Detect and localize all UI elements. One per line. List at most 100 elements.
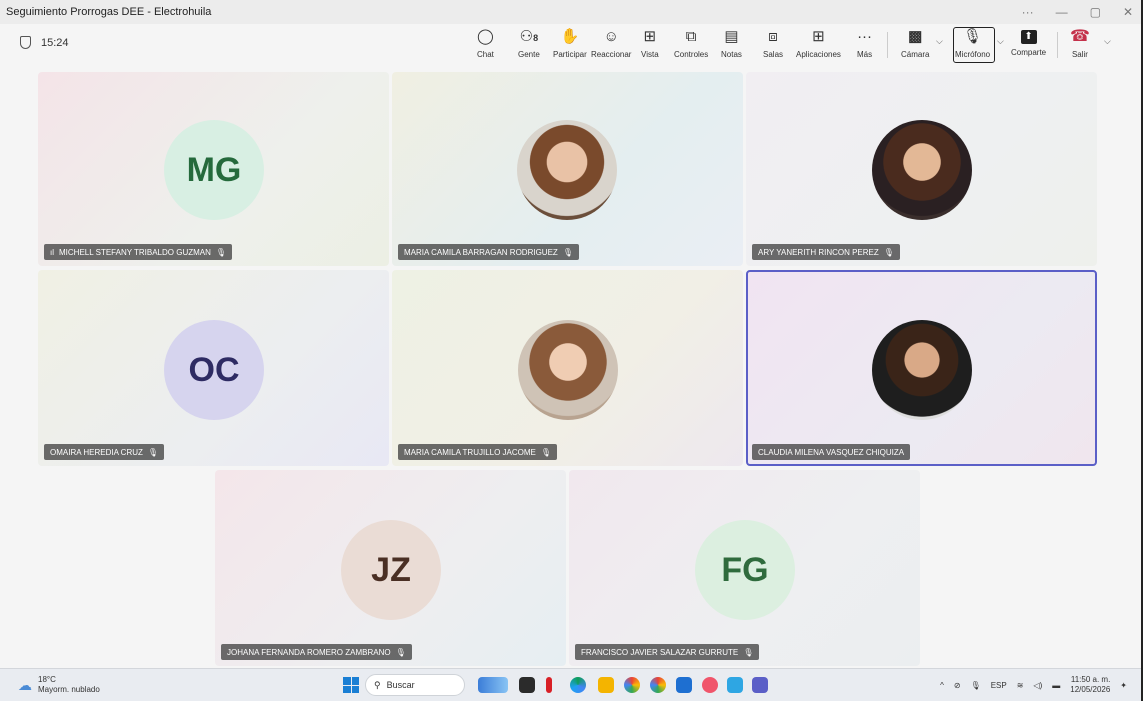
react-button[interactable]: ☺ Reaccionar [591,28,631,59]
search-placeholder: Buscar [386,680,415,690]
edge-icon[interactable] [570,677,586,693]
close-button[interactable]: ✕ [1123,5,1133,19]
participant-tile[interactable]: MG ıl MICHELL STEFANY TRIBALDO GUZMAN 🎙 [38,72,389,266]
mic-muted-icon: 🎙 [215,247,227,257]
camera-button[interactable]: ▩ Cámara [901,28,929,59]
participant-tile[interactable]: ARY YANERITH RINCON PEREZ 🎙 [746,72,1097,266]
search-icon: ⚲ [374,679,381,690]
share-icon: ⬆ [1020,30,1037,44]
grid-view-icon: ⊞ [643,28,657,45]
mic-muted-icon: 🎙 [883,247,894,257]
avatar-photo [872,120,972,220]
clock[interactable]: 11:50 a. m. 12/05/2026 [1070,675,1110,695]
apps-button[interactable]: ⊞ Aplicaciones [796,28,841,59]
rooms-icon: ⧈ [768,28,778,45]
chevron-up-icon[interactable]: ^ [940,681,944,690]
avatar-photo [872,320,972,420]
mic-muted-icon: 🎙 [395,647,406,657]
toolbar-divider [887,32,888,58]
weather-widget[interactable]: ☁ 18°C Mayorm. nublado [18,675,100,695]
whatsapp-icon[interactable] [727,677,743,693]
avatar-photo [517,120,617,220]
teams-icon[interactable] [752,677,768,693]
clock-date: 12/05/2026 [1070,685,1111,694]
taskbar-search-box[interactable]: ⚲ Buscar [365,674,465,696]
participant-name-label: MARIA CAMILA TRUJILLO JACOME 🎙 [398,444,558,460]
chat-button[interactable]: ◯ Chat [477,28,494,59]
rooms-button[interactable]: ⧈ Salas [763,28,783,59]
weather-temperature: 18°C [38,675,56,684]
clock-time: 11:50 a. m. [1070,675,1111,684]
participant-name-label: CLAUDIA MILENA VASQUEZ CHIQUIZA [752,444,911,460]
meeting-toolbar: 15:24 ◯ Chat ⚇8 Gente ✋ Participar ☺ Rea… [0,24,1141,66]
mic-muted-icon: 🎙 [743,647,754,657]
participant-name-label: FRANCISCO JAVIER SALAZAR GURRUTE 🎙 [575,644,760,660]
leave-options-chevron-icon[interactable]: ⌵ [1104,36,1111,47]
maximize-button[interactable]: ▢ [1090,5,1101,19]
more-button[interactable]: ··· Más [857,28,872,59]
avatar-initials: OC [164,320,264,420]
meeting-timer: 15:24 [20,36,69,49]
notifications-icon[interactable]: ✦ [1120,681,1127,690]
battery-icon[interactable]: ▬ [1052,681,1060,690]
controls-button[interactable]: ⧉ Controles [674,28,708,59]
window-controls: ··· — ▢ ✕ [1022,0,1133,24]
participant-name-label: ARY YANERITH RINCON PEREZ 🎙 [752,244,900,260]
participant-tile[interactable]: MARIA CAMILA TRUJILLO JACOME 🎙 [392,270,743,466]
participant-name-label: ıl MICHELL STEFANY TRIBALDO GUZMAN 🎙 [44,244,233,260]
microphone-button[interactable]: 🎙 Micrófono [955,28,990,59]
title-bar: Seguimiento Prorrogas DEE - Electrohuila… [0,0,1141,24]
minimize-button[interactable]: — [1056,5,1068,19]
volume-icon[interactable]: ◁) [1033,681,1042,690]
mic-options-chevron-icon[interactable]: ⌵ [997,36,1004,47]
cloud-sun-icon: ☁ [18,677,32,693]
smile-icon: ☺ [603,28,619,45]
participant-tile[interactable]: FG FRANCISCO JAVIER SALAZAR GURRUTE 🎙 [569,470,920,666]
chrome-profile-icon[interactable] [650,677,666,693]
participant-tile[interactable]: MARIA CAMILA BARRAGAN RODRIGUEZ 🎙 [392,72,743,266]
avatar-photo [518,320,618,420]
participant-name-label: MARIA CAMILA BARRAGAN RODRIGUEZ 🎙 [398,244,579,260]
raise-hand-icon: ✋ [560,28,580,45]
avatar-initials: MG [164,120,264,220]
camera-options-chevron-icon[interactable]: ⌵ [936,36,943,47]
calendar-icon[interactable] [676,677,692,693]
mic-off-icon: 🎙 [963,28,983,45]
window-more-button[interactable]: ··· [1022,5,1034,19]
mic-muted-icon[interactable]: 🎙 [971,681,981,690]
apps-add-icon: ⊞ [812,28,825,45]
avatar-initials: JZ [341,520,441,620]
taskbar-app-icon[interactable] [478,677,508,693]
controls-icon: ⧉ [685,28,697,45]
windows-taskbar: ☁ 18°C Mayorm. nublado ⚲ Buscar ^ ⊘ � [0,668,1141,701]
language-indicator[interactable]: ESP [991,681,1007,690]
timer-text: 15:24 [41,36,69,49]
leave-button[interactable]: ☎ Salir [1070,28,1090,59]
taskbar-app-icon[interactable] [702,677,718,693]
windows-start-icon[interactable] [343,677,359,693]
people-button[interactable]: ⚇8 Gente [518,28,540,59]
chrome-icon[interactable] [624,677,640,693]
sync-off-icon[interactable]: ⊘ [954,681,961,690]
wifi-icon[interactable]: ≋ [1017,681,1024,690]
participant-name-label: OMAIRA HEREDIA CRUZ 🎙 [44,444,165,460]
notes-icon: ▤ [724,28,739,45]
taskbar-app-icon[interactable] [519,677,535,693]
notes-button[interactable]: ▤ Notas [721,28,742,59]
participant-tile-active-speaker[interactable]: CLAUDIA MILENA VASQUEZ CHIQUIZA [746,270,1097,466]
participant-tile[interactable]: OC OMAIRA HEREDIA CRUZ 🎙 [38,270,389,466]
signal-strength-icon: ıl [50,247,54,257]
chat-icon: ◯ [477,28,494,45]
view-button[interactable]: ⊞ Vista [641,28,659,59]
shield-icon [20,36,31,49]
system-tray: ^ ⊘ 🎙 ESP ≋ ◁) ▬ 11:50 a. m. 12/05/2026 … [940,675,1127,695]
file-explorer-icon[interactable] [598,677,614,693]
participant-tile[interactable]: JZ JOHANA FERNANDA ROMERO ZAMBRANO 🎙 [215,470,566,666]
teams-window: Seguimiento Prorrogas DEE - Electrohuila… [0,0,1143,701]
more-icon: ··· [857,28,873,45]
netflix-icon[interactable] [546,677,552,693]
mic-muted-icon: 🎙 [562,247,573,257]
raise-hand-button[interactable]: ✋ Participar [553,28,587,59]
share-button[interactable]: ⬆ Comparte [1011,28,1046,57]
camera-off-icon: ▩ [908,28,923,45]
